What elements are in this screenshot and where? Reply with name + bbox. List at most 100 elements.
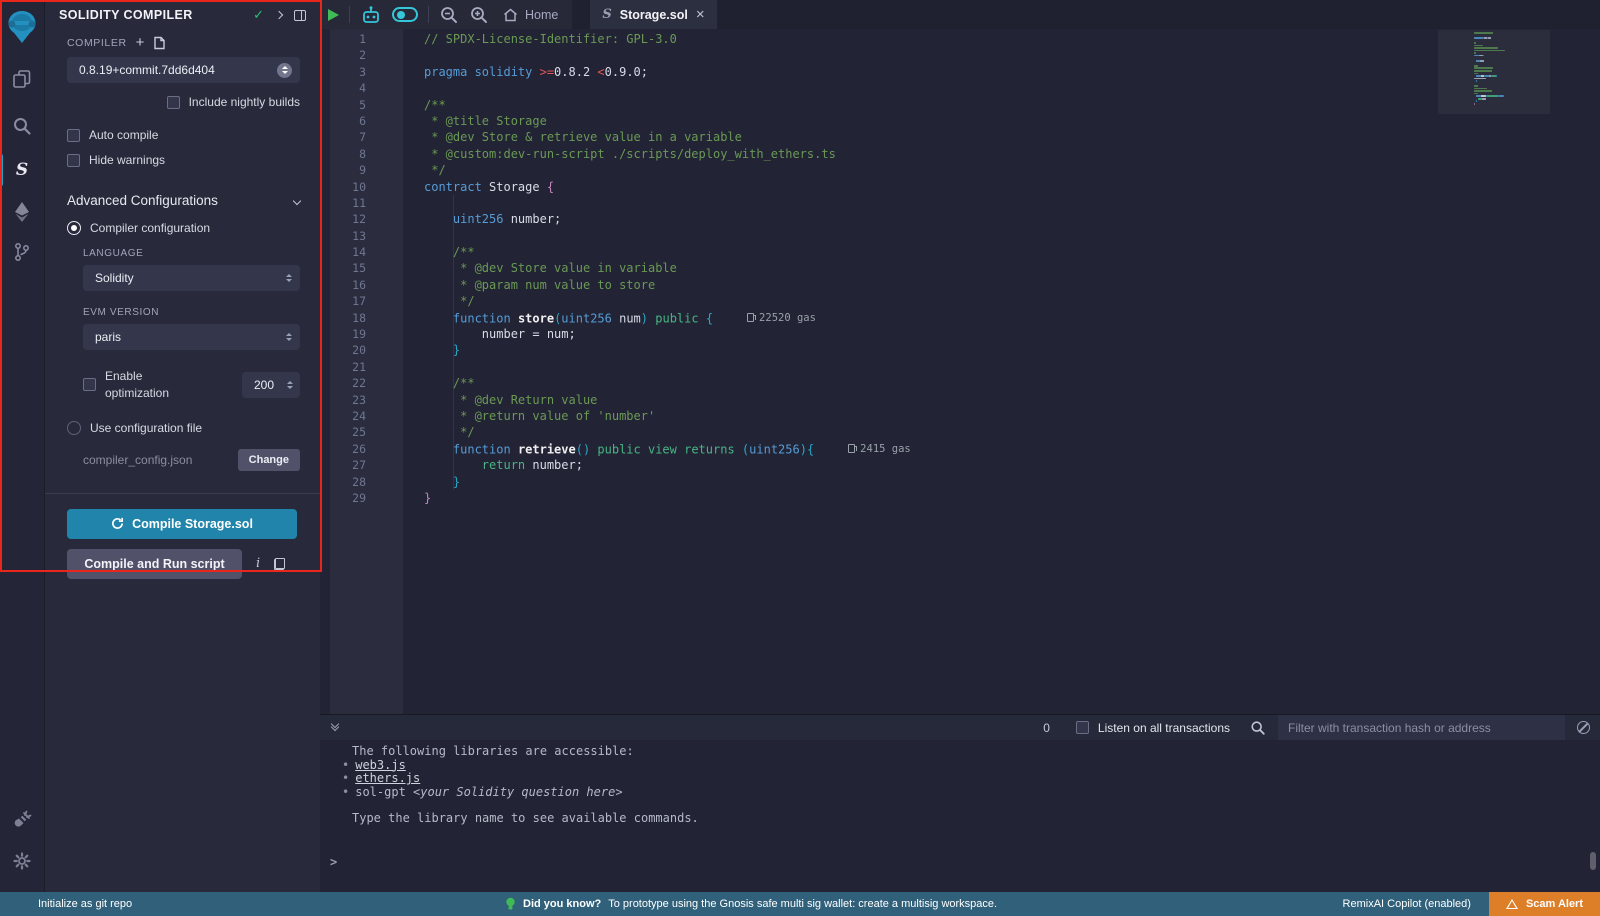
compile-button[interactable]: Compile Storage.sol: [67, 509, 297, 539]
change-config-button[interactable]: Change: [238, 449, 300, 471]
code-line[interactable]: 10contract Storage {: [320, 179, 1600, 195]
code-line[interactable]: 1// SPDX-License-Identifier: GPL-3.0: [320, 31, 1600, 47]
info-icon[interactable]: i: [256, 556, 260, 571]
zoom-in-icon[interactable]: [469, 5, 489, 25]
nightly-builds-checkbox[interactable]: [167, 96, 180, 109]
pin-panel-icon[interactable]: [294, 10, 306, 21]
line-number: 25: [320, 424, 403, 440]
clear-console-icon[interactable]: [1577, 721, 1590, 734]
advanced-configurations-toggle[interactable]: Advanced Configurations: [67, 193, 300, 208]
hide-warnings-checkbox[interactable]: [67, 154, 80, 167]
zoom-out-icon[interactable]: [439, 5, 459, 25]
code-line[interactable]: 25 */: [320, 424, 1600, 440]
code-line[interactable]: 21: [320, 359, 1600, 375]
terminal-output[interactable]: The following libraries are accessible: …: [320, 740, 1600, 892]
code-line[interactable]: 5/**: [320, 97, 1600, 113]
code-line[interactable]: 28 }: [320, 474, 1600, 490]
divider: [349, 6, 350, 23]
chevron-down-icon: [293, 196, 301, 204]
code-line[interactable]: 12 uint256 number;: [320, 211, 1600, 227]
code-editor[interactable]: 1// SPDX-License-Identifier: GPL-3.023pr…: [320, 29, 1600, 714]
compiler-configuration-radio[interactable]: [67, 221, 81, 235]
chevron-right-icon[interactable]: [275, 11, 283, 19]
code-line[interactable]: 18 function store(uint256 num) public {2…: [320, 310, 1600, 326]
code-line[interactable]: 27 return number;: [320, 457, 1600, 473]
terminal-library-link[interactable]: web3.js: [355, 758, 406, 772]
tab-storage-sol[interactable]: S Storage.sol ×: [590, 0, 716, 29]
open-file-icon[interactable]: [153, 36, 166, 50]
advanced-configurations-title: Advanced Configurations: [67, 193, 294, 208]
code-line[interactable]: 22 /**: [320, 375, 1600, 391]
use-configuration-file-radio[interactable]: [67, 421, 81, 435]
terminal-intro: The following libraries are accessible:: [320, 745, 1600, 759]
main-view: Home S Storage.sol × 1// SPDX-License-Id…: [320, 0, 1600, 892]
remix-logo[interactable]: [0, 4, 45, 50]
tab-home[interactable]: Home: [499, 8, 562, 22]
code-line[interactable]: 20 }: [320, 342, 1600, 358]
minimap[interactable]: [1474, 32, 1540, 105]
evm-version-select[interactable]: paris: [83, 324, 300, 350]
code-line[interactable]: 17 */: [320, 293, 1600, 309]
collapse-terminal-icon[interactable]: [332, 724, 338, 730]
scam-alert-button[interactable]: Scam Alert: [1489, 892, 1600, 916]
auto-compile-label: Auto compile: [89, 128, 158, 142]
code-line[interactable]: 29}: [320, 490, 1600, 506]
line-number: 6: [320, 113, 403, 129]
run-script-play-button[interactable]: [328, 9, 339, 21]
code-line[interactable]: 3pragma solidity >=0.8.2 <0.9.0;: [320, 64, 1600, 80]
code-line[interactable]: 6 * @title Storage: [320, 113, 1600, 129]
code-line[interactable]: 8 * @custom:dev-run-script ./scripts/dep…: [320, 146, 1600, 162]
code-line[interactable]: 15 * @dev Store value in variable: [320, 260, 1600, 276]
optimization-runs-input[interactable]: 200: [242, 372, 300, 398]
sidebar-item-settings[interactable]: [0, 842, 45, 880]
code-line[interactable]: 11: [320, 195, 1600, 211]
copilot-toggle[interactable]: [392, 7, 418, 22]
enable-optimization-label: Enable optimization: [105, 368, 191, 402]
gas-pump-icon: [747, 313, 754, 322]
hide-warnings-label: Hide warnings: [89, 153, 165, 167]
copilot-status[interactable]: RemixAI Copilot (enabled): [1343, 898, 1471, 910]
code-line[interactable]: 2: [320, 47, 1600, 63]
terminal-prompt[interactable]: >: [320, 856, 1600, 870]
select-arrows-icon: [286, 274, 292, 283]
copy-icon[interactable]: [274, 558, 285, 570]
terminal-library-link[interactable]: ethers.js: [355, 771, 420, 785]
git-init-link[interactable]: Initialize as git repo: [0, 898, 132, 910]
terminal-library-list: •web3.js•ethers.js•sol-gpt <your Solidit…: [320, 759, 1600, 800]
code-line[interactable]: 26 function retrieve() public view retur…: [320, 441, 1600, 457]
did-you-know-text: To prototype using the Gnosis safe multi…: [608, 898, 997, 910]
sidebar-item-file-explorer[interactable]: [0, 60, 45, 98]
transaction-filter-input[interactable]: [1278, 715, 1565, 741]
sidebar-item-git[interactable]: [0, 233, 45, 271]
terminal-scrollbar[interactable]: [1590, 852, 1596, 870]
listen-all-transactions-checkbox[interactable]: [1076, 721, 1089, 734]
terminal-search-icon[interactable]: [1250, 720, 1266, 736]
add-compiler-icon[interactable]: +: [136, 38, 145, 48]
code-line[interactable]: 16 * @param num value to store: [320, 277, 1600, 293]
compiler-version-select[interactable]: 0.8.19+commit.7dd6d404: [67, 57, 300, 83]
code-line[interactable]: 19 number = num;: [320, 326, 1600, 342]
code-line[interactable]: 4: [320, 80, 1600, 96]
sidebar-item-search[interactable]: [0, 107, 45, 145]
config-file-name: compiler_config.json: [83, 453, 192, 467]
stepper-arrows-icon[interactable]: [287, 381, 293, 390]
compile-and-run-button[interactable]: Compile and Run script: [67, 549, 242, 579]
ai-assistant-robot-icon[interactable]: [360, 5, 382, 25]
code-line[interactable]: 7 * @dev Store & retrieve value in a var…: [320, 129, 1600, 145]
sidebar-item-plugin-manager[interactable]: [0, 800, 45, 838]
sidebar-item-solidity-compiler[interactable]: S: [0, 151, 45, 189]
code-line[interactable]: 9 */: [320, 162, 1600, 178]
code-line[interactable]: 24 * @return value of 'number': [320, 408, 1600, 424]
code-line[interactable]: 23 * @dev Return value: [320, 392, 1600, 408]
sidebar-item-deploy-run[interactable]: [0, 193, 45, 231]
close-tab-icon[interactable]: ×: [696, 7, 705, 22]
enable-optimization-checkbox[interactable]: [83, 378, 96, 391]
code-line[interactable]: 14 /**: [320, 244, 1600, 260]
line-number: 10: [320, 179, 403, 195]
did-you-know-label: Did you know?: [523, 898, 601, 910]
auto-compile-checkbox[interactable]: [67, 129, 80, 142]
language-select[interactable]: Solidity: [83, 265, 300, 291]
vertical-icon-panel: S: [0, 0, 45, 892]
code-line[interactable]: 13: [320, 228, 1600, 244]
home-icon: [503, 8, 518, 22]
